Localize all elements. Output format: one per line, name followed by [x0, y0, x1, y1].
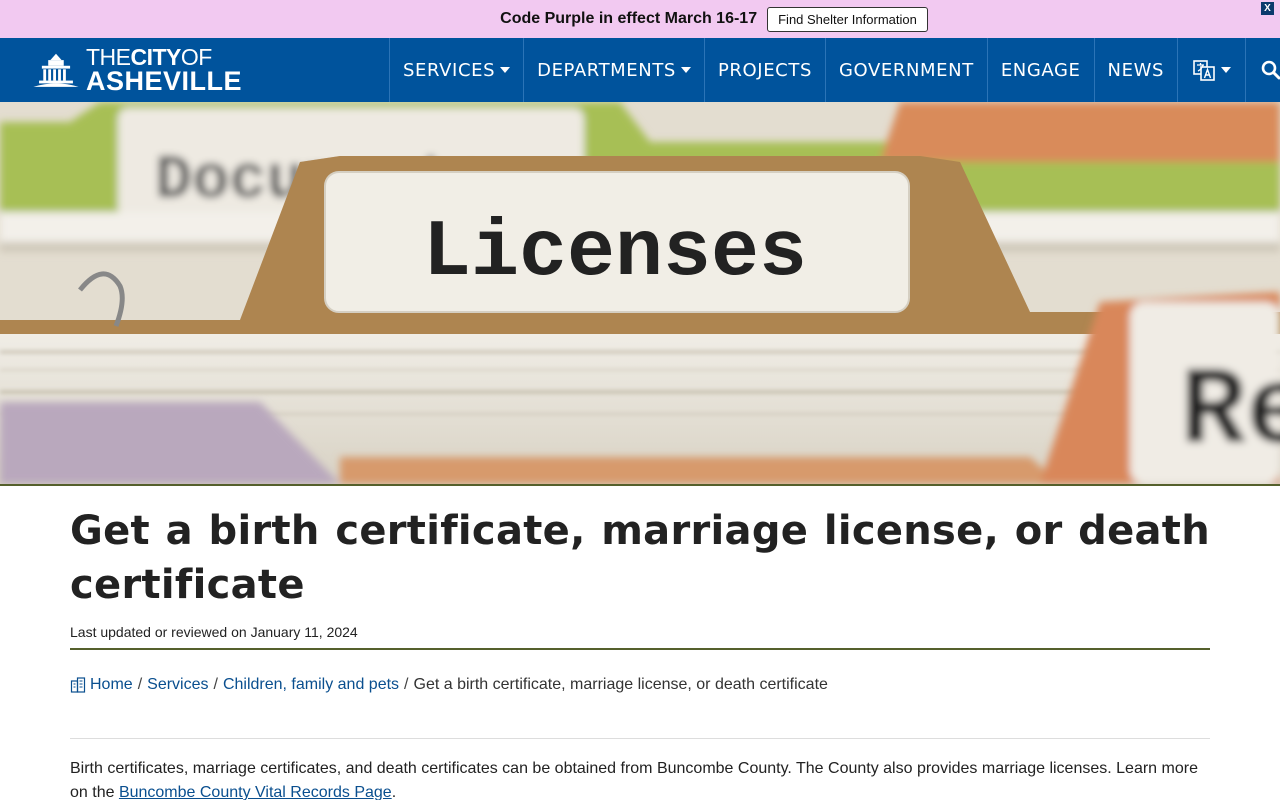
hero-illustration: Documents Licenses Re: [0, 102, 1280, 484]
nav-departments[interactable]: DEPARTMENTS: [523, 38, 704, 102]
search-button[interactable]: [1245, 38, 1280, 102]
page-header: Get a birth certificate, marriage licens…: [70, 504, 1210, 640]
hero-main-label: Licenses: [423, 208, 807, 299]
nav-services-label: SERVICES: [403, 59, 496, 81]
main-navbar: THECITYOF ASHEVILLE SERVICES DEPARTMENTS…: [0, 38, 1280, 102]
chevron-down-icon: [500, 67, 511, 73]
find-shelter-button[interactable]: Find Shelter Information: [767, 6, 928, 32]
breadcrumb-separator: /: [404, 676, 409, 693]
nav-departments-label: DEPARTMENTS: [537, 59, 676, 81]
breadcrumb-current: Get a birth certificate, marriage licens…: [413, 676, 828, 693]
breadcrumb-separator: /: [213, 676, 218, 693]
hero-divider: [0, 484, 1280, 486]
breadcrumb-separator: /: [137, 676, 143, 693]
nav-government[interactable]: GOVERNMENT: [824, 38, 987, 102]
alert-message: Code Purple in effect March 16-17: [500, 10, 758, 27]
search-icon: [1261, 60, 1280, 80]
nav-engage-label: ENGAGE: [1000, 59, 1081, 81]
nav-engage[interactable]: ENGAGE: [986, 38, 1094, 102]
nav-news-label: NEWS: [1107, 59, 1164, 81]
nav-government-label: GOVERNMENT: [838, 59, 974, 81]
city-logo[interactable]: THECITYOF ASHEVILLE: [32, 44, 242, 96]
intro-paragraph: Birth certificates, marriage certificate…: [70, 757, 1210, 800]
page-title: Get a birth certificate, marriage licens…: [70, 508, 1210, 608]
breadcrumb-category[interactable]: Children, family and pets: [223, 676, 399, 694]
city-wordmark: THECITYOF ASHEVILLE: [85, 45, 242, 96]
city-hall-icon: [33, 53, 79, 87]
nav-news[interactable]: NEWS: [1093, 38, 1177, 102]
nav-services[interactable]: SERVICES: [389, 38, 523, 102]
translate-icon: [1193, 60, 1215, 81]
building-icon: [70, 677, 86, 693]
hero-image: Documents Licenses Re: [0, 102, 1280, 484]
breadcrumb: Home / Services / Children, family and p…: [70, 676, 828, 694]
language-selector[interactable]: [1177, 38, 1245, 102]
primary-nav: SERVICES DEPARTMENTS PROJECTS GOVERNMENT…: [389, 38, 1280, 102]
nav-projects-label: PROJECTS: [717, 59, 812, 81]
content-divider: [70, 738, 1210, 739]
last-updated: Last updated or reviewed on January 11, …: [70, 624, 358, 640]
breadcrumb-services[interactable]: Services: [147, 676, 208, 694]
alert-banner: Code Purple in effect March 16-17 Find S…: [0, 0, 1280, 38]
header-divider: [70, 648, 1210, 650]
breadcrumb-home[interactable]: Home: [90, 676, 133, 694]
nav-projects[interactable]: PROJECTS: [703, 38, 825, 102]
chevron-down-icon: [1221, 67, 1231, 73]
close-alert-button[interactable]: X: [1261, 2, 1274, 15]
chevron-down-icon: [680, 67, 691, 73]
logo-asheville: ASHEVILLE: [85, 65, 242, 96]
hero-right-label: Re: [1180, 351, 1280, 476]
intro-text-end: .: [391, 784, 397, 800]
vital-records-link[interactable]: Buncombe County Vital Records Page: [119, 784, 392, 800]
